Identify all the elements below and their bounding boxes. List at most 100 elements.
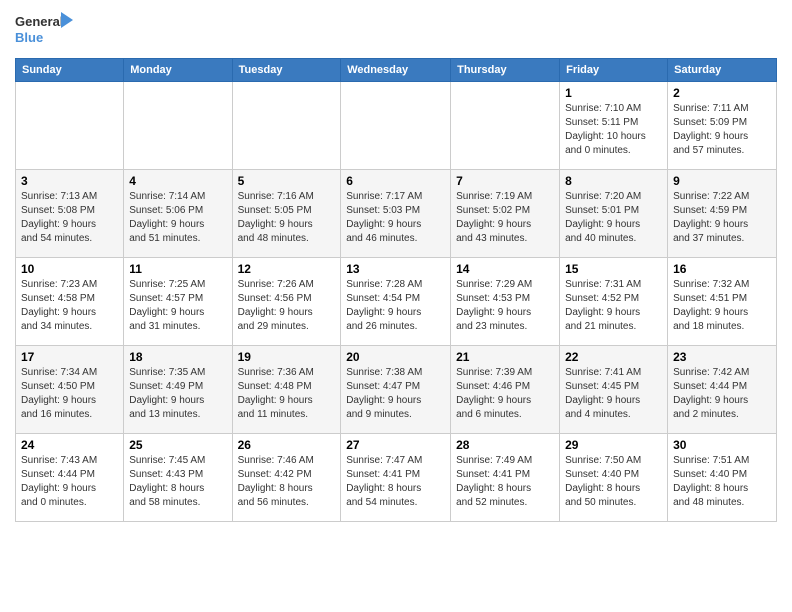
- calendar-cell: 9 Sunrise: 7:22 AMSunset: 4:59 PMDaylight…: [668, 170, 777, 258]
- day-info: Sunrise: 7:42 AMSunset: 4:44 PMDaylight:…: [673, 366, 771, 422]
- day-number: 17: [21, 350, 118, 364]
- day-info: Sunrise: 7:38 AMSunset: 4:47 PMDaylight:…: [346, 366, 445, 422]
- day-number: 18: [129, 350, 226, 364]
- calendar-cell: 29 Sunrise: 7:50 AMSunset: 4:40 PMDayligh…: [560, 434, 668, 522]
- day-info: Sunrise: 7:32 AMSunset: 4:51 PMDaylight:…: [673, 278, 771, 334]
- day-info: Sunrise: 7:31 AMSunset: 4:52 PMDaylight:…: [565, 278, 662, 334]
- calendar-cell: 4 Sunrise: 7:14 AMSunset: 5:06 PMDaylight…: [124, 170, 232, 258]
- day-number: 22: [565, 350, 662, 364]
- day-number: 24: [21, 438, 118, 452]
- calendar-cell: 10 Sunrise: 7:23 AMSunset: 4:58 PMDayligh…: [16, 258, 124, 346]
- svg-text:General: General: [15, 14, 63, 29]
- calendar-cell: 16 Sunrise: 7:32 AMSunset: 4:51 PMDayligh…: [668, 258, 777, 346]
- day-number: 12: [238, 262, 336, 276]
- header-wednesday: Wednesday: [341, 59, 451, 82]
- calendar-cell: [341, 82, 451, 170]
- calendar-cell: 3Sunrise: 7:13 AMSunset: 5:08 PMDaylight…: [16, 170, 124, 258]
- day-number: 21: [456, 350, 554, 364]
- page-container: GeneralBlue SundayMondayTuesdayWednesday…: [0, 0, 792, 527]
- day-info: Sunrise: 7:50 AMSunset: 4:40 PMDaylight:…: [565, 454, 662, 510]
- day-info: Sunrise: 7:25 AMSunset: 4:57 PMDaylight:…: [129, 278, 226, 334]
- day-info: Sunrise: 7:26 AMSunset: 4:56 PMDaylight:…: [238, 278, 336, 334]
- calendar-cell: 25 Sunrise: 7:45 AMSunset: 4:43 PMDayligh…: [124, 434, 232, 522]
- calendar-cell: 11 Sunrise: 7:25 AMSunset: 4:57 PMDayligh…: [124, 258, 232, 346]
- day-info: Sunrise: 7:41 AMSunset: 4:45 PMDaylight:…: [565, 366, 662, 422]
- calendar-cell: 19Sunrise: 7:36 AMSunset: 4:48 PMDayligh…: [232, 346, 341, 434]
- logo: GeneralBlue: [15, 10, 75, 50]
- calendar-cell: [124, 82, 232, 170]
- day-number: 5: [238, 174, 336, 188]
- day-info: Sunrise: 7:43 AMSunset: 4:44 PMDaylight:…: [21, 454, 118, 510]
- calendar-cell: 6Sunrise: 7:17 AMSunset: 5:03 PMDaylight…: [341, 170, 451, 258]
- header-sunday: Sunday: [16, 59, 124, 82]
- day-info: Sunrise: 7:39 AMSunset: 4:46 PMDaylight:…: [456, 366, 554, 422]
- calendar-cell: 18 Sunrise: 7:35 AMSunset: 4:49 PMDayligh…: [124, 346, 232, 434]
- day-number: 11: [129, 262, 226, 276]
- day-number: 15: [565, 262, 662, 276]
- day-number: 3: [21, 174, 118, 188]
- calendar-cell: 27Sunrise: 7:47 AMSunset: 4:41 PMDayligh…: [341, 434, 451, 522]
- calendar-cell: 21 Sunrise: 7:39 AMSunset: 4:46 PMDayligh…: [451, 346, 560, 434]
- calendar-cell: 12 Sunrise: 7:26 AMSunset: 4:56 PMDayligh…: [232, 258, 341, 346]
- day-info: Sunrise: 7:17 AMSunset: 5:03 PMDaylight:…: [346, 190, 445, 246]
- day-number: 7: [456, 174, 554, 188]
- calendar-cell: [16, 82, 124, 170]
- calendar-header-row: SundayMondayTuesdayWednesdayThursdayFrid…: [16, 59, 777, 82]
- logo-icon: GeneralBlue: [15, 10, 75, 50]
- day-number: 30: [673, 438, 771, 452]
- header-saturday: Saturday: [668, 59, 777, 82]
- day-number: 20: [346, 350, 445, 364]
- day-info: Sunrise: 7:10 AMSunset: 5:11 PMDaylight:…: [565, 102, 662, 158]
- day-number: 25: [129, 438, 226, 452]
- day-number: 13: [346, 262, 445, 276]
- calendar-cell: 22 Sunrise: 7:41 AMSunset: 4:45 PMDayligh…: [560, 346, 668, 434]
- header-thursday: Thursday: [451, 59, 560, 82]
- day-info: Sunrise: 7:14 AMSunset: 5:06 PMDaylight:…: [129, 190, 226, 246]
- day-info: Sunrise: 7:47 AMSunset: 4:41 PMDaylight:…: [346, 454, 445, 510]
- calendar-cell: 20 Sunrise: 7:38 AMSunset: 4:47 PMDayligh…: [341, 346, 451, 434]
- day-info: Sunrise: 7:36 AMSunset: 4:48 PMDaylight:…: [238, 366, 336, 422]
- day-info: Sunrise: 7:35 AMSunset: 4:49 PMDaylight:…: [129, 366, 226, 422]
- calendar-cell: 5Sunrise: 7:16 AMSunset: 5:05 PMDaylight…: [232, 170, 341, 258]
- svg-text:Blue: Blue: [15, 30, 43, 45]
- day-number: 8: [565, 174, 662, 188]
- calendar-cell: 17 Sunrise: 7:34 AMSunset: 4:50 PMDayligh…: [16, 346, 124, 434]
- header-friday: Friday: [560, 59, 668, 82]
- day-number: 23: [673, 350, 771, 364]
- header-monday: Monday: [124, 59, 232, 82]
- calendar-cell: 1 Sunrise: 7:10 AMSunset: 5:11 PMDaylight…: [560, 82, 668, 170]
- calendar-cell: 7 Sunrise: 7:19 AMSunset: 5:02 PMDaylight…: [451, 170, 560, 258]
- day-number: 16: [673, 262, 771, 276]
- day-number: 4: [129, 174, 226, 188]
- calendar-cell: 26 Sunrise: 7:46 AMSunset: 4:42 PMDayligh…: [232, 434, 341, 522]
- week-row-1: 1 Sunrise: 7:10 AMSunset: 5:11 PMDaylight…: [16, 82, 777, 170]
- day-number: 10: [21, 262, 118, 276]
- day-number: 9: [673, 174, 771, 188]
- day-info: Sunrise: 7:46 AMSunset: 4:42 PMDaylight:…: [238, 454, 336, 510]
- calendar-cell: 13 Sunrise: 7:28 AMSunset: 4:54 PMDayligh…: [341, 258, 451, 346]
- day-info: Sunrise: 7:23 AMSunset: 4:58 PMDaylight:…: [21, 278, 118, 334]
- day-info: Sunrise: 7:19 AMSunset: 5:02 PMDaylight:…: [456, 190, 554, 246]
- day-number: 2: [673, 86, 771, 100]
- header-tuesday: Tuesday: [232, 59, 341, 82]
- calendar-table: SundayMondayTuesdayWednesdayThursdayFrid…: [15, 58, 777, 522]
- calendar-cell: [451, 82, 560, 170]
- week-row-5: 24 Sunrise: 7:43 AMSunset: 4:44 PMDayligh…: [16, 434, 777, 522]
- day-info: Sunrise: 7:34 AMSunset: 4:50 PMDaylight:…: [21, 366, 118, 422]
- day-info: Sunrise: 7:22 AMSunset: 4:59 PMDaylight:…: [673, 190, 771, 246]
- day-number: 28: [456, 438, 554, 452]
- day-number: 26: [238, 438, 336, 452]
- day-number: 1: [565, 86, 662, 100]
- calendar-cell: 24 Sunrise: 7:43 AMSunset: 4:44 PMDayligh…: [16, 434, 124, 522]
- header-area: GeneralBlue: [15, 10, 777, 50]
- calendar-cell: 2 Sunrise: 7:11 AMSunset: 5:09 PMDaylight…: [668, 82, 777, 170]
- calendar-cell: 28Sunrise: 7:49 AMSunset: 4:41 PMDayligh…: [451, 434, 560, 522]
- day-number: 14: [456, 262, 554, 276]
- day-info: Sunrise: 7:11 AMSunset: 5:09 PMDaylight:…: [673, 102, 771, 158]
- day-info: Sunrise: 7:28 AMSunset: 4:54 PMDaylight:…: [346, 278, 445, 334]
- week-row-2: 3Sunrise: 7:13 AMSunset: 5:08 PMDaylight…: [16, 170, 777, 258]
- day-number: 29: [565, 438, 662, 452]
- day-info: Sunrise: 7:20 AMSunset: 5:01 PMDaylight:…: [565, 190, 662, 246]
- week-row-4: 17 Sunrise: 7:34 AMSunset: 4:50 PMDayligh…: [16, 346, 777, 434]
- day-info: Sunrise: 7:45 AMSunset: 4:43 PMDaylight:…: [129, 454, 226, 510]
